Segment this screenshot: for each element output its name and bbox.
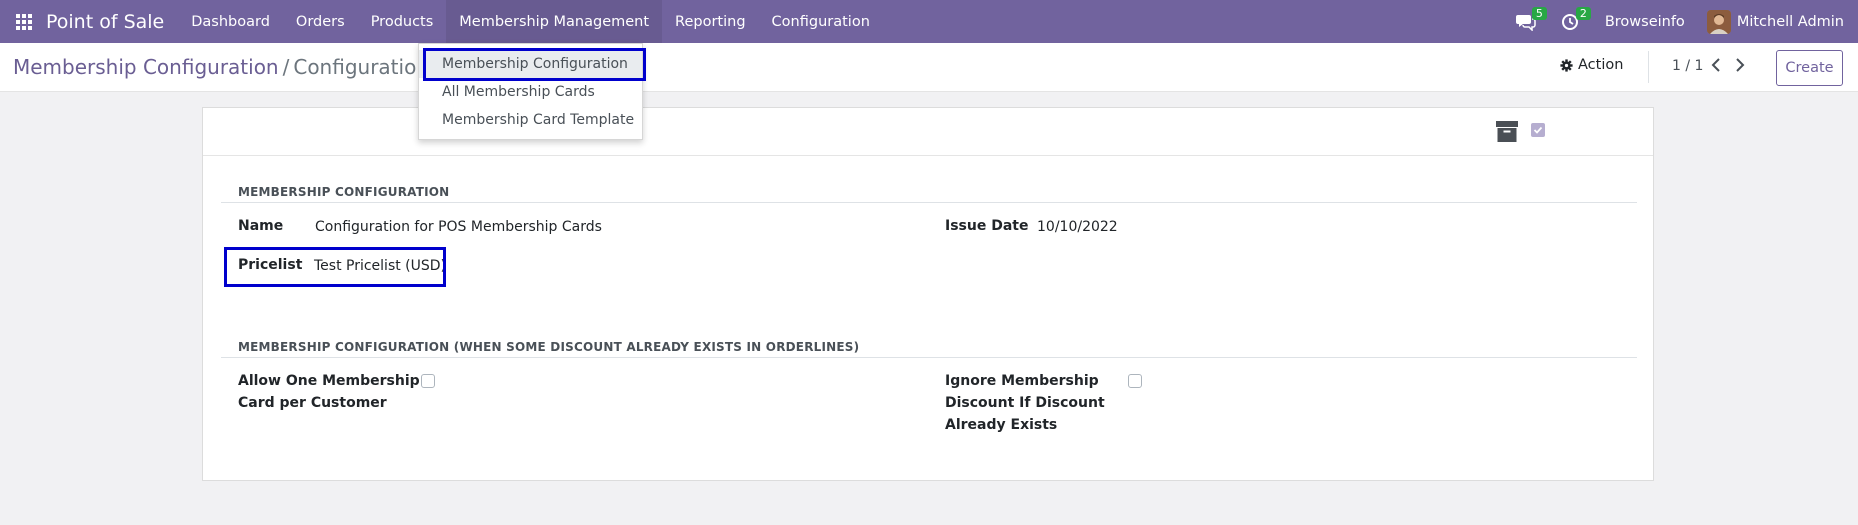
archive-icon <box>1496 121 1518 142</box>
pager-next-button[interactable] <box>1735 58 1745 76</box>
dropdown-item-membership-card-template[interactable]: Membership Card Template <box>419 106 642 134</box>
pager-previous-button[interactable] <box>1711 58 1721 76</box>
membership-management-dropdown: Membership Configuration All Membership … <box>418 43 643 140</box>
dropdown-item-all-membership-cards[interactable]: All Membership Cards <box>419 78 642 106</box>
breadcrumb: Membership Configuration / Configuration f… <box>13 55 455 79</box>
allow-one-membership-label-line2: Card per Customer <box>238 395 387 411</box>
dropdown-item-membership-configuration[interactable]: Membership Configuration <box>419 50 642 78</box>
ignore-membership-discount-label-line3: Already Exists <box>945 417 1058 433</box>
menu-configuration[interactable]: Configuration <box>759 0 883 43</box>
pricelist-label: Pricelist <box>238 257 303 273</box>
menu-reporting[interactable]: Reporting <box>662 0 759 43</box>
form-sheet: MEMBERSHIP CONFIGURATION Name Configurat… <box>202 107 1654 481</box>
activities-button[interactable]: 2 <box>1555 0 1591 43</box>
section-divider <box>221 202 1637 203</box>
app-brand[interactable]: Point of Sale <box>46 11 164 33</box>
issue-date-label: Issue Date <box>945 218 1029 234</box>
name-label: Name <box>238 218 284 234</box>
name-field[interactable]: Configuration for POS Membership Cards <box>315 219 602 235</box>
ignore-membership-discount-label-line2: Discount If Discount <box>945 395 1105 411</box>
chevron-right-icon <box>1736 58 1745 72</box>
issue-date-field[interactable]: 10/10/2022 <box>1037 219 1118 235</box>
control-panel-divider <box>1648 51 1649 83</box>
menu-orders[interactable]: Orders <box>283 0 358 43</box>
pricelist-field[interactable]: Test Pricelist (USD) <box>314 258 446 274</box>
activities-count-badge: 2 <box>1575 7 1591 20</box>
control-panel: Membership Configuration / Configuration f… <box>0 43 1858 92</box>
navbar-systray: 5 2 Browseinfo Mitchell Admin <box>1511 0 1858 43</box>
archive-button[interactable] <box>1495 119 1519 147</box>
gear-icon <box>1560 58 1573 72</box>
ignore-membership-discount-label-line1: Ignore Membership <box>945 373 1099 389</box>
menu-membership-management[interactable]: Membership Management <box>446 0 663 43</box>
user-avatar-icon <box>1706 9 1731 34</box>
check-icon <box>1533 126 1543 134</box>
allow-one-membership-label: Allow One Membership Card per Customer <box>238 370 420 414</box>
menu-dashboard[interactable]: Dashboard <box>178 0 283 43</box>
user-avatar[interactable] <box>1706 9 1731 34</box>
messages-button[interactable]: 5 <box>1511 0 1547 43</box>
section-discount-configuration-title: MEMBERSHIP CONFIGURATION (WHEN SOME DISC… <box>238 340 860 354</box>
breadcrumb-parent-link[interactable]: Membership Configuration <box>13 55 279 79</box>
user-menu[interactable]: Mitchell Admin <box>1737 14 1844 30</box>
messages-count-badge: 5 <box>1531 7 1547 20</box>
pager-value[interactable]: 1 / 1 <box>1672 58 1703 74</box>
ignore-membership-discount-checkbox[interactable] <box>1128 374 1142 388</box>
menu-products[interactable]: Products <box>358 0 447 43</box>
top-navbar: Point of Sale Dashboard Orders Products … <box>0 0 1858 43</box>
ignore-membership-discount-label: Ignore Membership Discount If Discount A… <box>945 370 1105 436</box>
allow-one-membership-checkbox[interactable] <box>421 374 435 388</box>
breadcrumb-separator: / <box>282 55 290 79</box>
company-switcher[interactable]: Browseinfo <box>1605 14 1685 30</box>
section-divider <box>221 357 1637 358</box>
create-button[interactable]: Create <box>1776 50 1843 86</box>
action-label: Action <box>1578 57 1624 73</box>
active-toggle[interactable] <box>1531 123 1545 137</box>
apps-grid-icon[interactable] <box>14 12 34 32</box>
section-membership-configuration-title: MEMBERSHIP CONFIGURATION <box>238 185 450 199</box>
chevron-left-icon <box>1711 58 1720 72</box>
allow-one-membership-label-line1: Allow One Membership <box>238 373 420 389</box>
action-menu-button[interactable]: Action <box>1560 57 1623 73</box>
